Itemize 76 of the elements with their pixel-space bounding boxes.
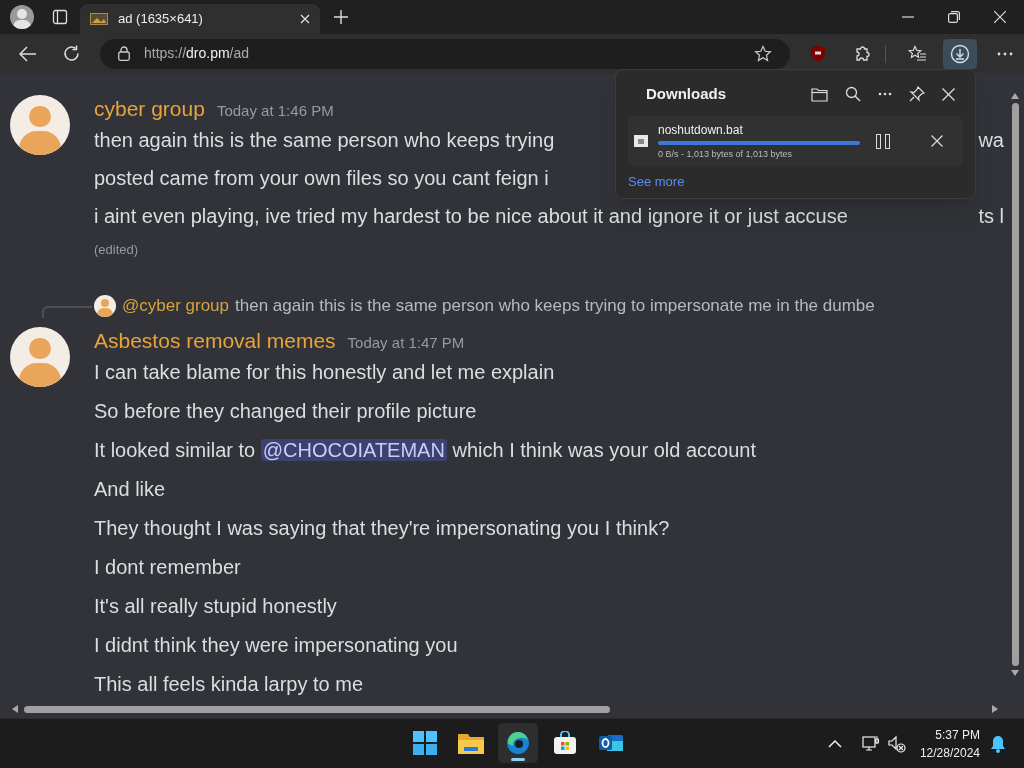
download-icon	[950, 43, 970, 64]
message-text: wa	[978, 128, 1005, 153]
clock-time: 5:37 PM	[935, 726, 980, 744]
reply-spine	[42, 306, 92, 318]
message-text: posted came from your own files so you cant feign i	[94, 166, 549, 191]
author-name[interactable]: cyber group	[94, 93, 205, 125]
lock-icon	[118, 46, 130, 61]
browser-icon	[506, 731, 530, 755]
scroll-right-icon[interactable]	[992, 705, 998, 713]
message-text: I can take blame for this honestly and let me explain	[94, 360, 555, 385]
avatar	[94, 295, 116, 317]
message-text: It's all really stupid honestly	[94, 594, 337, 619]
close-icon[interactable]	[931, 135, 943, 147]
browser-tab[interactable]: ad (1635×641)	[80, 4, 320, 34]
back-icon[interactable]	[19, 45, 37, 62]
message-text: This all feels kinda larpy to me	[94, 672, 363, 697]
network-icon[interactable]	[861, 734, 880, 753]
chevron-up-icon[interactable]	[827, 739, 842, 748]
edited-label: (edited)	[94, 241, 140, 259]
clock[interactable]: 5:37 PM 12/28/2024	[919, 725, 980, 762]
message-text: And like	[94, 477, 166, 502]
pause-icon[interactable]	[876, 133, 890, 149]
url-text: https://dro.pm/ad	[144, 44, 251, 63]
message-text: It looked similar to @CHOCOIATEMAN which I think was your old account	[94, 438, 756, 463]
windows-icon	[413, 731, 437, 755]
tab-actions-icon[interactable]	[52, 9, 68, 25]
tab-title: ad (1635×641)	[118, 10, 204, 29]
avatar	[10, 327, 70, 387]
message-text: I didnt think they were impersonating you	[94, 633, 458, 658]
star-icon[interactable]	[754, 44, 772, 63]
search-icon[interactable]	[845, 86, 861, 102]
reply-text: then again this is the same person who keeps trying to impersonate me in the dumbe	[235, 295, 875, 318]
folder-icon[interactable]	[811, 86, 828, 102]
message-text: ts l	[978, 204, 1005, 229]
profile-avatar[interactable]	[10, 5, 34, 29]
file-icon	[634, 135, 648, 147]
scroll-left-icon[interactable]	[12, 705, 18, 713]
message-text: i aint even playing, ive tried my hardest to be nice about it and ignore it or just accuse	[94, 204, 848, 229]
bell-icon[interactable]	[990, 734, 1006, 753]
see-more-link[interactable]: See more	[628, 172, 963, 192]
more-icon[interactable]	[878, 92, 892, 96]
restore-icon[interactable]	[948, 11, 960, 23]
more-icon[interactable]	[997, 51, 1013, 56]
close-icon[interactable]	[994, 11, 1006, 23]
close-icon[interactable]	[300, 14, 310, 24]
message-text: They thought I was saying that they're impersonating you I think?	[94, 516, 670, 541]
scroll-down-icon[interactable]	[1011, 670, 1019, 676]
message-text: So before they changed their profile picture	[94, 399, 477, 424]
file-name: noshutdown.bat	[658, 122, 744, 138]
refresh-icon[interactable]	[63, 45, 80, 62]
panel-title: Downloads	[646, 83, 726, 104]
download-item[interactable]: noshutdown.bat 0 B/s - 1,013 bytes of 1,013 bytes	[628, 116, 963, 166]
timestamp: Today at 1:47 PM	[347, 333, 465, 353]
address-bar[interactable]: https://dro.pm/ad	[100, 38, 790, 69]
scroll-up-icon[interactable]	[1011, 93, 1019, 99]
volume-muted-icon[interactable]	[887, 734, 906, 753]
message-text: then again this is the same person who keeps trying	[94, 128, 555, 153]
image-icon	[90, 13, 108, 25]
new-tab-icon[interactable]	[334, 10, 348, 24]
clock-date: 12/28/2024	[919, 744, 980, 762]
extensions-icon[interactable]	[854, 45, 871, 62]
folder-icon	[458, 732, 484, 754]
shopping-bag-icon	[553, 731, 577, 755]
shield-icon[interactable]	[810, 45, 826, 62]
author-name[interactable]: Asbestos removal memes	[94, 325, 336, 357]
downloads-button[interactable]	[943, 38, 977, 69]
favorites-icon[interactable]	[908, 45, 927, 62]
close-icon[interactable]	[942, 87, 955, 101]
download-status: 0 B/s - 1,013 bytes of 1,013 bytes	[658, 148, 794, 160]
reply-mention[interactable]: @cyber group	[122, 293, 230, 319]
pin-icon[interactable]	[909, 86, 925, 102]
message-text: I dont remember	[94, 555, 241, 580]
avatar	[10, 95, 70, 155]
edge-button[interactable]	[498, 723, 538, 763]
timestamp: Today at 1:46 PM	[216, 101, 334, 121]
user-mention[interactable]: @CHOCOIATEMAN	[260, 439, 447, 461]
